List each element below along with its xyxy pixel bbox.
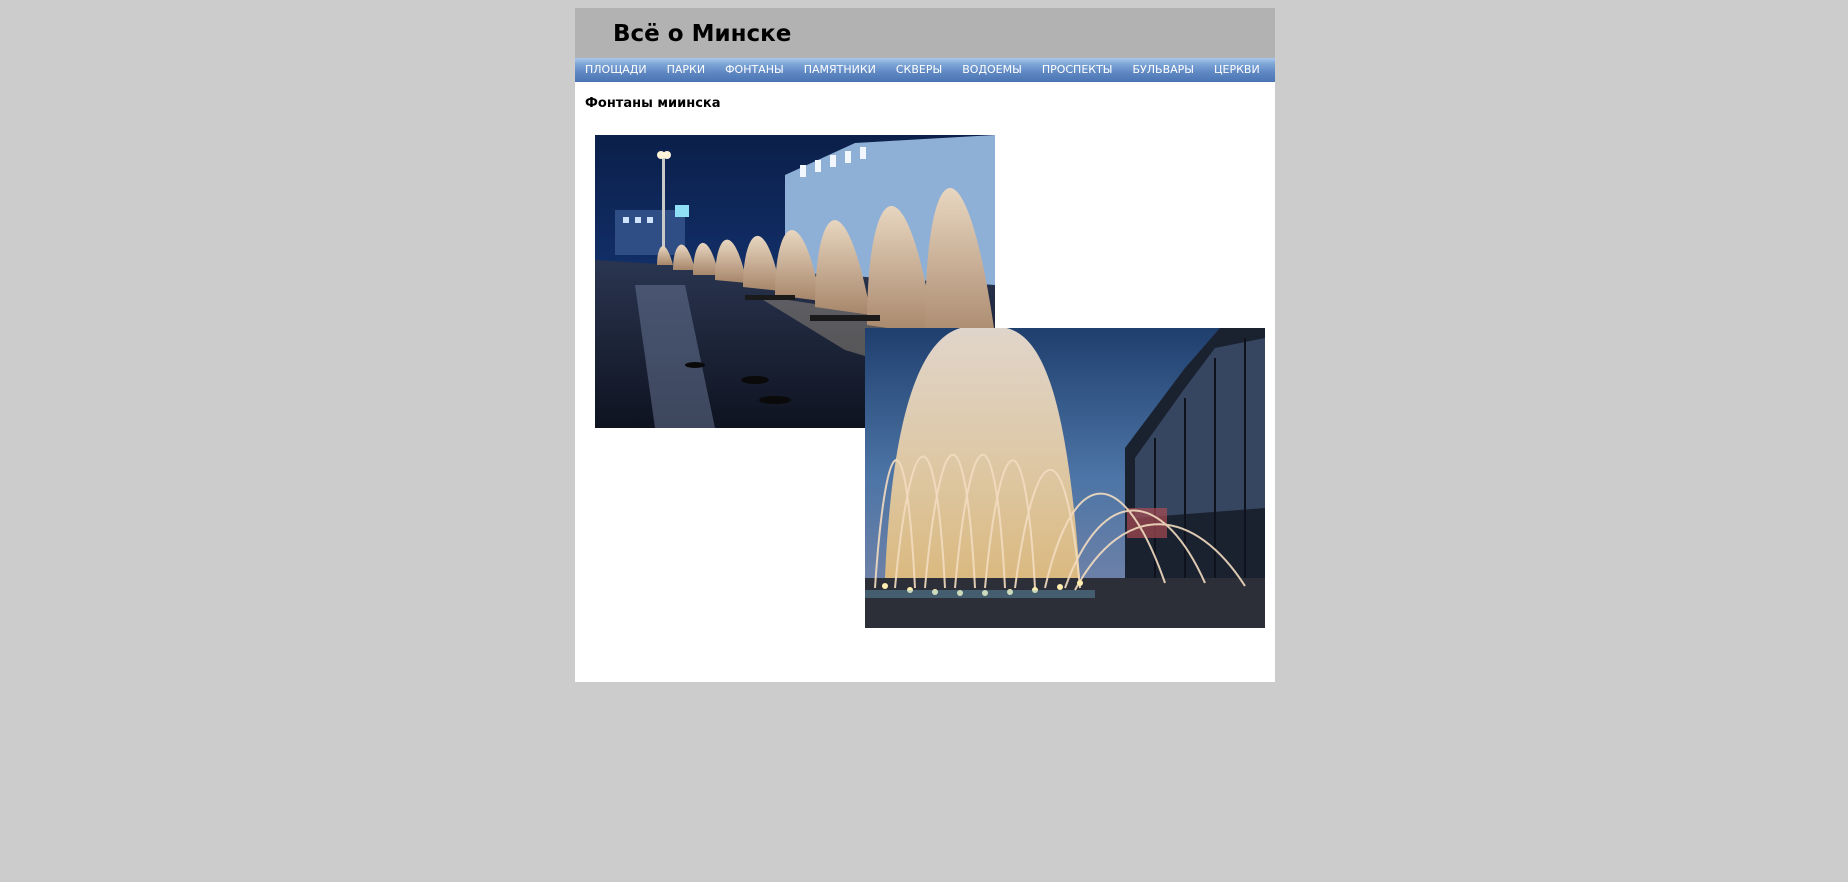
nav-item-parks[interactable]: ПАРКИ bbox=[667, 58, 705, 82]
site-title: Всё о Минске bbox=[613, 21, 792, 47]
nav-item-water-bodies[interactable]: ВОДОЕМЫ bbox=[962, 58, 1022, 82]
nav-item-fountains[interactable]: ФОНТАНЫ bbox=[725, 58, 784, 82]
site-header: Всё о Минске bbox=[575, 8, 1275, 58]
page-heading: Фонтаны миинска bbox=[585, 96, 721, 111]
nav-item-churches[interactable]: ЦЕРКВИ bbox=[1214, 58, 1260, 82]
nav-item-monuments[interactable]: ПАМЯТНИКИ bbox=[804, 58, 876, 82]
nav-item-avenues[interactable]: ПРОСПЕКТЫ bbox=[1042, 58, 1113, 82]
main-nav: ПЛОЩАДИ ПАРКИ ФОНТАНЫ ПАМЯТНИКИ СКВЕРЫ В… bbox=[575, 58, 1275, 82]
nav-item-public-gardens[interactable]: СКВЕРЫ bbox=[896, 58, 942, 82]
nav-item-boulevards[interactable]: БУЛЬВАРЫ bbox=[1133, 58, 1194, 82]
page-container: Всё о Минске ПЛОЩАДИ ПАРКИ ФОНТАНЫ ПАМЯТ… bbox=[575, 8, 1275, 682]
fountain-photo-round-illuminated bbox=[865, 328, 1265, 628]
nav-item-squares[interactable]: ПЛОЩАДИ bbox=[585, 58, 647, 82]
